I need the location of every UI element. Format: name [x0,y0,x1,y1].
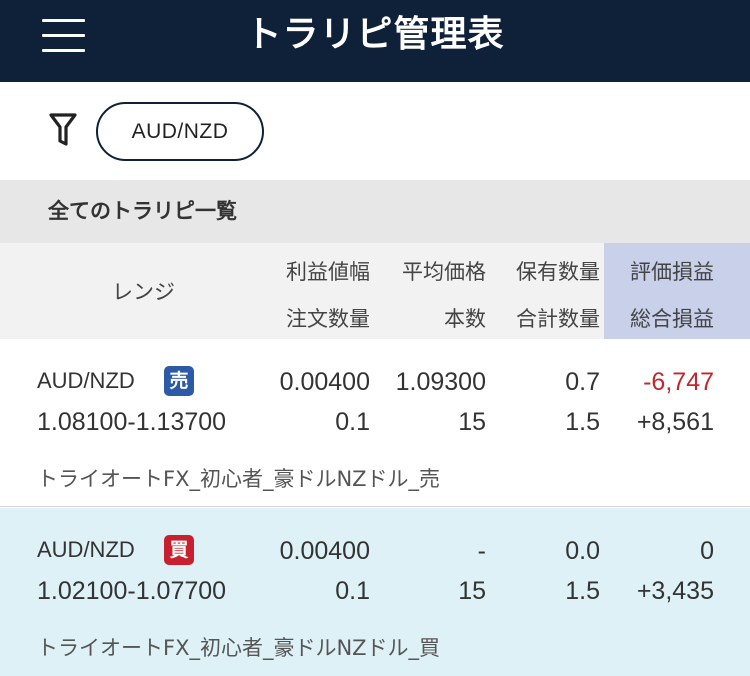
column-header-count: 本数 [444,307,486,331]
app-header: トラリピ管理表 [0,0,750,82]
currency-pair-filter-chip[interactable]: AUD/NZD [96,102,264,161]
holding-qty-value: 0.7 [565,368,600,396]
column-header-unrealized-pl: 評価損益 [630,260,714,284]
unrealized-pl-value: -6,747 [643,368,714,396]
avg-price-value: - [477,537,486,565]
table-row[interactable]: AUD/NZD 売 1.08100-1.13700 0.00400 0.1 1.… [0,339,750,507]
count-value: 15 [458,408,486,436]
column-header-total-pl: 総合損益 [630,307,714,331]
strategy-name: トライオートFX_初心者_豪ドルNZドル_売 [37,467,441,491]
page-title: トラリピ管理表 [245,14,505,55]
sell-badge: 売 [164,366,194,396]
total-qty-value: 1.5 [565,408,600,436]
filter-icon[interactable] [48,112,78,148]
currency-pair: AUD/NZD [37,537,135,562]
range-value: 1.08100-1.13700 [37,408,227,436]
column-header-total-qty: 合計数量 [516,307,600,331]
total-pl-value: +3,435 [636,577,714,605]
table-header: レンジ 利益値幅 注文数量 平均価格 本数 保有数量 合計数量 評価損益 総合損… [0,243,750,339]
unrealized-pl-value: 0 [700,537,714,565]
order-qty-value: 0.1 [335,408,370,436]
profit-width-value: 0.00400 [279,537,370,565]
column-header-avg-price: 平均価格 [402,260,486,284]
total-pl-value: +8,561 [636,408,714,436]
holding-qty-value: 0.0 [565,537,600,565]
section-title: 全てのトラリピ一覧 [48,199,237,223]
total-qty-value: 1.5 [565,577,600,605]
profit-width-value: 0.00400 [279,368,370,396]
avg-price-value: 1.09300 [395,368,486,396]
column-header-order-qty: 注文数量 [286,307,370,331]
column-header-range: レンジ [112,280,175,304]
column-header-profit-width: 利益値幅 [286,260,370,284]
column-header-holding-qty: 保有数量 [516,260,600,284]
order-qty-value: 0.1 [335,577,370,605]
section-header: 全てのトラリピ一覧 [0,180,750,243]
filter-bar: AUD/NZD [0,82,750,180]
currency-pair: AUD/NZD [37,368,135,393]
buy-badge: 買 [164,535,194,565]
count-value: 15 [458,577,486,605]
range-value: 1.02100-1.07700 [37,577,227,605]
table-row[interactable]: AUD/NZD 買 1.02100-1.07700 0.00400 0.1 - … [0,508,750,676]
strategy-name: トライオートFX_初心者_豪ドルNZドル_買 [37,636,441,660]
